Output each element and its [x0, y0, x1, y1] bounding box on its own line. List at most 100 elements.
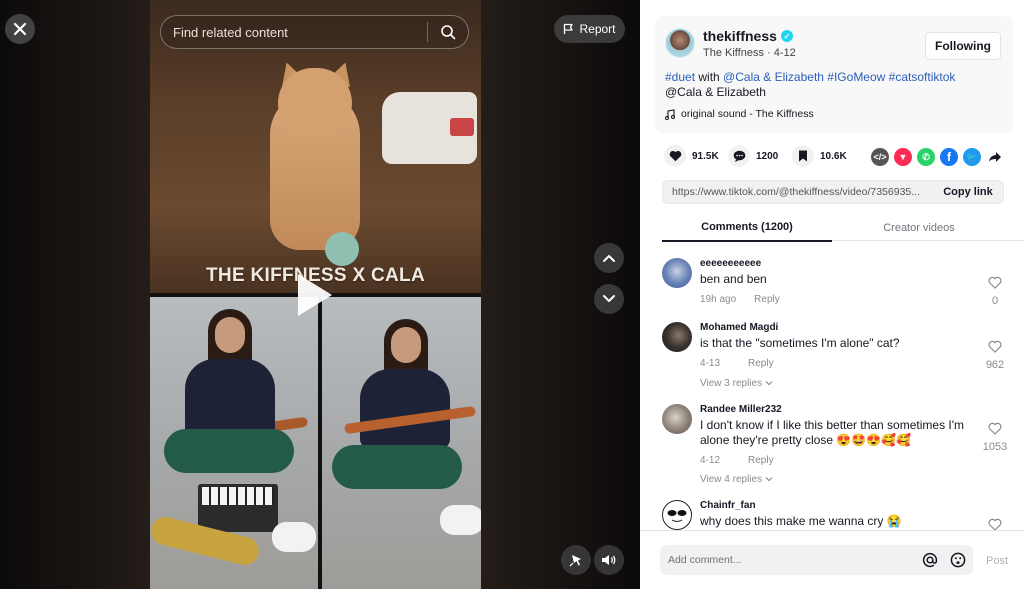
close-icon [13, 22, 27, 36]
description-text: with [695, 70, 724, 84]
comment-username[interactable]: eeeeeeeeeee [700, 258, 761, 269]
post-comment-button[interactable]: Post [986, 555, 1008, 567]
embed-button[interactable]: </> [871, 148, 889, 166]
tab-creator-videos[interactable]: Creator videos [834, 214, 1004, 241]
tab-comments[interactable]: Comments (1200) [662, 214, 832, 242]
like-count: 91.5K [692, 150, 719, 162]
previous-video-button[interactable] [594, 243, 624, 273]
music-note-icon [665, 108, 675, 120]
video-shoe-tag [450, 118, 474, 136]
description-mention-line: @Cala & Elizabeth [665, 85, 766, 99]
comment-like-button[interactable]: 0 [978, 276, 1012, 307]
comment-list[interactable]: eeeeeeeeeee ben and ben 19h ago Reply 0 … [640, 242, 1024, 530]
play-icon[interactable] [298, 274, 332, 316]
comment-username[interactable]: Chainfr_fan [700, 500, 756, 511]
bookmark-icon [799, 150, 807, 162]
verified-badge-icon: ✓ [780, 30, 793, 42]
video-sneaker [272, 522, 316, 552]
hashtag-duet[interactable]: #duet [665, 70, 695, 84]
share-link-box: https://www.tiktok.com/@thekiffness/vide… [662, 180, 1004, 204]
chevron-down-icon [765, 477, 773, 482]
report-button[interactable]: Report [554, 15, 625, 43]
next-video-button[interactable] [594, 284, 624, 314]
mention-button[interactable] [917, 547, 943, 573]
floating-player-button[interactable] [561, 545, 591, 575]
chevron-down-icon [765, 381, 773, 386]
video-person-face [391, 327, 421, 363]
send-to-friends-button[interactable]: ▼ [894, 148, 912, 166]
comment-avatar[interactable] [662, 258, 692, 288]
heart-outline-icon [988, 340, 1002, 353]
reply-button[interactable]: Reply [748, 455, 774, 466]
mention-link[interactable]: @Cala & Elizabeth [723, 70, 824, 84]
search-bar[interactable] [160, 15, 469, 49]
facebook-share-button[interactable]: f [940, 148, 958, 166]
close-button[interactable] [5, 14, 35, 44]
comment-button[interactable]: 1200 [728, 145, 778, 167]
sound-name: original sound - The Kiffness [681, 108, 814, 120]
video-person-legs [164, 429, 294, 473]
details-panel: thekiffness ✓ The Kiffness · 4-12 Follow… [640, 0, 1024, 589]
comment-count: 1200 [756, 150, 779, 162]
comment-like-button[interactable] [978, 518, 1012, 530]
comment-meta: 4-13 Reply [700, 358, 774, 369]
copy-link-button[interactable]: Copy link [933, 186, 1003, 198]
save-count: 10.6K [820, 150, 847, 162]
comment-like-count: 962 [985, 359, 1005, 371]
engagement-bar: 91.5K 1200 10.6K </> ▼ ✆ f 🐦 [664, 145, 1014, 169]
share-link-text[interactable]: https://www.tiktok.com/@thekiffness/vide… [663, 186, 933, 198]
comment-icon [733, 150, 745, 162]
comment-like-count: 0 [991, 295, 999, 307]
post-description: #duet with @Cala & Elizabeth #IGoMeow #c… [665, 70, 1005, 100]
search-button[interactable] [428, 15, 468, 49]
video-keyboard-keys [202, 487, 274, 505]
video-scene-musician-right [322, 297, 481, 589]
comment-username[interactable]: Mohamed Magdi [700, 322, 778, 333]
author-separator: · [767, 47, 774, 59]
author-username[interactable]: thekiffness [703, 28, 777, 44]
reply-button[interactable]: Reply [754, 294, 780, 305]
comment-avatar[interactable] [662, 404, 692, 434]
comment-meta: 19h ago Reply [700, 294, 780, 305]
author-name-row[interactable]: thekiffness ✓ [703, 28, 793, 44]
flag-icon [564, 23, 574, 34]
like-button[interactable]: 91.5K [664, 145, 719, 167]
comment-like-button[interactable]: 962 [978, 340, 1012, 371]
sound-link[interactable]: original sound - The Kiffness [665, 108, 814, 120]
comment-text: ben and ben [700, 272, 767, 286]
twitter-share-button[interactable]: 🐦 [963, 148, 981, 166]
heart-outline-icon [988, 422, 1002, 435]
comment-input[interactable] [660, 554, 917, 566]
hashtag-igomeow[interactable]: #IGoMeow [827, 70, 885, 84]
comment-like-count: 1053 [982, 441, 1008, 453]
send-icon: ▼ [898, 152, 908, 162]
comment-item: Randee Miller232 I don't know if I like … [662, 404, 1012, 494]
volume-button[interactable] [594, 545, 624, 575]
author-subtitle: The Kiffness · 4-12 [703, 47, 796, 59]
author-avatar[interactable] [665, 28, 695, 58]
at-sign-icon [922, 552, 938, 568]
search-input[interactable] [161, 24, 427, 40]
save-button[interactable]: 10.6K [792, 145, 847, 167]
view-replies-button[interactable]: View 4 replies [700, 474, 773, 485]
video-ball [325, 232, 359, 266]
view-replies-button[interactable]: View 3 replies [700, 378, 773, 389]
comment-like-button[interactable]: 1053 [978, 422, 1012, 453]
whatsapp-icon: ✆ [922, 151, 930, 162]
emoji-button[interactable] [945, 547, 971, 573]
following-button[interactable]: Following [925, 32, 1001, 60]
hashtag-catsoftiktok[interactable]: #catsoftiktok [889, 70, 956, 84]
comment-input-wrapper[interactable] [660, 545, 973, 575]
video-sneaker [440, 505, 481, 535]
floating-player-icon [569, 555, 581, 567]
video-player[interactable]: THE KIFFNESS X CALA Find related content… [0, 0, 640, 589]
video-cat-head [278, 68, 352, 138]
comment-avatar[interactable] [662, 500, 692, 530]
reply-button[interactable]: Reply [748, 358, 774, 369]
more-share-button[interactable] [986, 148, 1004, 166]
whatsapp-share-button[interactable]: ✆ [917, 148, 935, 166]
heart-icon [669, 150, 681, 162]
comment-avatar[interactable] [662, 322, 692, 352]
comment-username[interactable]: Randee Miller232 [700, 404, 782, 415]
video-person-torso [185, 359, 275, 439]
